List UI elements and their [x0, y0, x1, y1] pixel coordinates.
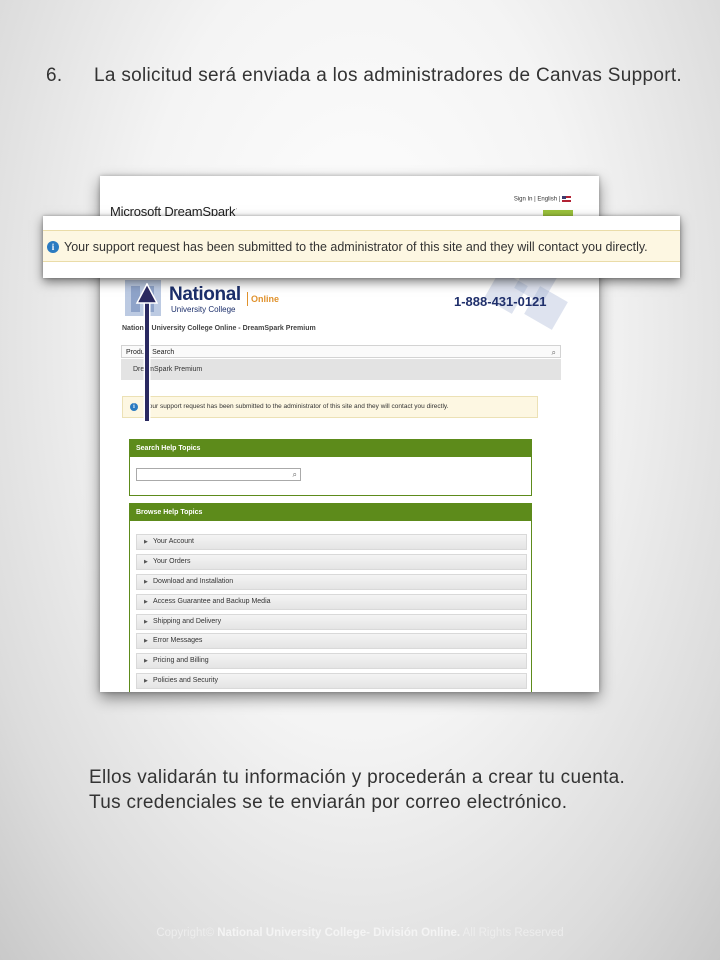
sign-in-link[interactable]: Sign In [514, 197, 533, 203]
help-topic-item[interactable]: ▶ Pricing and Billing [136, 653, 527, 670]
browse-help-title: Browse Help Topics [130, 504, 531, 521]
product-search-bar[interactable]: Product Search ⌕ [121, 345, 561, 358]
caret-right-icon: ▶ [144, 539, 148, 545]
us-flag-icon[interactable] [562, 196, 571, 202]
top-links: Sign In | English | [514, 196, 571, 203]
copyright-footer: Copyright© National University College- … [156, 927, 564, 939]
caret-right-icon: ▶ [144, 678, 148, 685]
search-icon[interactable]: ⌕ [552, 346, 556, 359]
caret-right-icon: ▶ [144, 638, 148, 645]
help-topic-list: ▶ Your Account ▶ Your Orders ▶ Download and… [136, 534, 527, 692]
help-topic-item[interactable]: ▶ Your Account [136, 534, 527, 550]
help-topic-item[interactable]: ▶ Error Messages [136, 633, 527, 650]
caret-right-icon: ▶ [144, 578, 148, 585]
browse-help-panel: Browse Help Topics ▶ Your Account ▶ Your O… [129, 503, 532, 692]
callout-banner: i Your support request has been submitte… [43, 230, 680, 262]
help-topic-item[interactable]: ▶ Your Orders [136, 553, 527, 570]
caret-right-icon: ▶ [144, 658, 148, 665]
search-help-title: Search Help Topics [130, 440, 531, 457]
language-link[interactable]: English [537, 197, 557, 203]
closing-line-1: Ellos validarán tu información y procede… [89, 767, 626, 788]
caret-right-icon: ▶ [144, 618, 148, 625]
search-icon[interactable]: ⌕ [293, 469, 297, 480]
zoomed-notice-callout: i Your support request has been submitte… [43, 216, 680, 278]
help-topic-item[interactable]: ▶ Access Guarantee and Backup Media [136, 593, 527, 610]
help-topic-item[interactable]: ▶ Download and Installation [136, 573, 527, 590]
closing-text: Ellos validarán tu información y procede… [89, 765, 699, 815]
help-search-input[interactable]: ⌕ [136, 468, 301, 481]
caret-right-icon: ▶ [144, 598, 148, 605]
phone-number: 1-888-431-0121 [454, 294, 547, 309]
info-icon: i [47, 241, 59, 253]
support-notice: i Your support request has been submitte… [122, 396, 538, 418]
step-number: 6. [46, 65, 63, 86]
search-help-panel: Search Help Topics ⌕ [129, 439, 532, 496]
closing-line-2: Tus credenciales se te enviarán por corr… [89, 792, 568, 813]
help-topic-item[interactable]: ▶ Shipping and Delivery [136, 613, 527, 630]
pointer-arrow-icon [135, 283, 159, 421]
product-item[interactable]: DreamSpark Premium [121, 359, 561, 380]
help-topic-item[interactable]: ▶ Policies and Security [136, 673, 527, 690]
caret-right-icon: ▶ [144, 558, 148, 565]
step-text: La solicitud será enviada a los administ… [94, 65, 683, 86]
callout-message: Your support request has been submitted … [64, 240, 648, 254]
